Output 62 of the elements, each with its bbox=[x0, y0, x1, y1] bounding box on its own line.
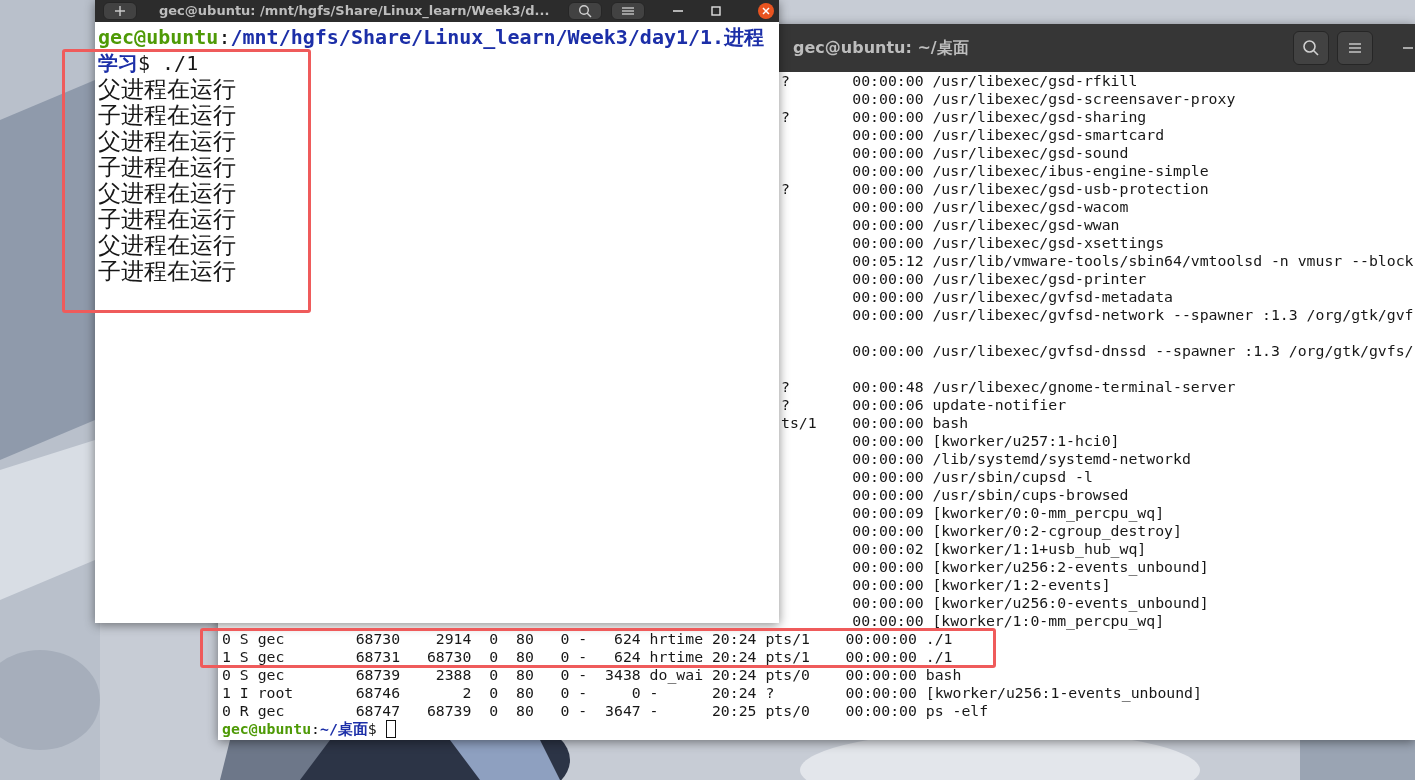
output-line: 00:00:00 /usr/libexec/gsd-wwan bbox=[851, 216, 1120, 234]
output-line: 0 S gec 68730 2914 0 80 0 - 624 hrtime 20:24 pts/1 00:00:00 ./1 bbox=[222, 630, 953, 648]
output-line: 子进程在运行 bbox=[98, 206, 236, 232]
close-icon bbox=[757, 2, 775, 20]
output-line: 00:00:00 [kworker/u256:0-events_unbound] bbox=[851, 594, 1209, 612]
output-line: 00:00:00 [kworker/u256:2-events_unbound] bbox=[851, 558, 1209, 576]
output-line: 00:00:00 [kworker/u257:1-hci0] bbox=[851, 432, 1120, 450]
output-line: ? 00:00:00 /usr/libexec/gsd-usb-protection bbox=[781, 180, 1209, 198]
output-line: 00:00:00 /lib/systemd/systemd-networkd bbox=[851, 450, 1191, 468]
minimize-icon bbox=[1403, 46, 1413, 50]
window-title: gec@ubuntu: /mnt/hgfs/Share/Linux_learn/Week3/d... bbox=[159, 2, 550, 21]
output-line: 父进程在运行 bbox=[98, 128, 236, 154]
search-button[interactable] bbox=[1293, 31, 1329, 65]
maximize-icon bbox=[711, 6, 721, 16]
output-line: 00:00:02 [kworker/1:1+usb_hub_wq] bbox=[851, 540, 1147, 558]
output-line: 子进程在运行 bbox=[98, 258, 236, 284]
output-line: 00:00:00 /usr/libexec/gsd-sound bbox=[851, 144, 1129, 162]
output-line: 00:00:00 /usr/libexec/gsd-wacom bbox=[851, 198, 1129, 216]
output-line: 00:00:00 /usr/libexec/gvfsd-dnssd --spawner :1.3 /org/gtk/gvfs/ bbox=[851, 342, 1414, 360]
output-line: 00:00:00 /usr/libexec/gsd-printer bbox=[851, 270, 1147, 288]
output-line: 0 R gec 68747 68739 0 80 0 - 3647 - 20:25 pts/0 00:00:00 ps -elf bbox=[222, 702, 989, 720]
menu-icon bbox=[1348, 42, 1362, 54]
window-title: gec@ubuntu: ~/桌面 bbox=[793, 37, 969, 59]
minimize-icon bbox=[673, 9, 683, 13]
plus-icon bbox=[115, 6, 125, 16]
text-cursor bbox=[385, 720, 396, 738]
output-line: 父进程在运行 bbox=[98, 232, 236, 258]
close-button[interactable] bbox=[757, 2, 775, 20]
command-prompt: gec@ubuntu:~/桌面$ bbox=[222, 720, 377, 738]
search-icon bbox=[1302, 39, 1320, 57]
output-line: ts/1 00:00:00 bash bbox=[781, 414, 969, 432]
menu-button[interactable] bbox=[1337, 31, 1373, 65]
output-line: 1 I root 68746 2 0 80 0 - 0 - 20:24 ? 00:00:00 [kworker/u256:1-events_unbound] bbox=[222, 684, 1202, 702]
output-line: 00:00:09 [kworker/0:0-mm_percpu_wq] bbox=[851, 504, 1165, 522]
output-line: ? 00:00:00 /usr/libexec/gsd-rfkill bbox=[781, 72, 1138, 90]
output-line: 子进程在运行 bbox=[98, 154, 236, 180]
output-line: 00:00:00 [kworker/1:0-mm_percpu_wq] bbox=[851, 612, 1165, 630]
output-line: 00:00:00 /usr/sbin/cups-browsed bbox=[851, 486, 1129, 504]
search-icon bbox=[578, 4, 592, 18]
output-line: 00:00:00 [kworker/1:2-events] bbox=[851, 576, 1111, 594]
output-line: ? 00:00:00 /usr/libexec/gsd-sharing bbox=[781, 108, 1147, 126]
output-line: 1 S gec 68731 68730 0 80 0 - 624 hrtime 20:24 pts/1 00:00:00 ./1 bbox=[222, 648, 953, 666]
output-line: 00:00:00 /usr/libexec/gsd-xsettings bbox=[851, 234, 1165, 252]
search-button[interactable] bbox=[568, 2, 602, 20]
output-line: 00:00:00 /usr/libexec/gvfsd-metadata bbox=[851, 288, 1173, 306]
new-tab-button[interactable] bbox=[103, 2, 137, 20]
output-line: 0 S gec 68739 2388 0 80 0 - 3438 do_wai 20:24 pts/0 00:00:00 bash bbox=[222, 666, 962, 684]
output-line: ? 00:00:06 update-notifier bbox=[781, 396, 1067, 414]
output-line: 00:00:00 /usr/libexec/gsd-screensaver-proxy bbox=[851, 90, 1236, 108]
menu-icon bbox=[622, 6, 634, 16]
output-line: 子进程在运行 bbox=[98, 102, 236, 128]
menu-button[interactable] bbox=[611, 2, 645, 20]
output-line: 00:00:00 /usr/libexec/gvfsd-network --spawner :1.3 /org/gtk/gvf bbox=[851, 306, 1414, 324]
output-line: 00:00:00 /usr/sbin/cupsd -l bbox=[851, 468, 1093, 486]
output-line: 00:00:00 [kworker/0:2-cgroup_destroy] bbox=[851, 522, 1182, 540]
output-line: 父进程在运行 bbox=[98, 76, 236, 102]
output-line: 00:00:00 /usr/libexec/ibus-engine-simple bbox=[851, 162, 1209, 180]
command-prompt: gec@ubuntu:/mnt/hgfs/Share/Linux_learn/Week3/day1/1.进程学习$ ./1 bbox=[98, 24, 766, 76]
output-line: 00:05:12 /usr/lib/vmware-tools/sbin64/vmtoolsd -n vmusr --block bbox=[851, 252, 1414, 270]
output-line: ? 00:00:48 /usr/libexec/gnome-terminal-server bbox=[781, 378, 1236, 396]
output-line: 父进程在运行 bbox=[98, 180, 236, 206]
output-line: 00:00:00 /usr/libexec/gsd-smartcard bbox=[851, 126, 1165, 144]
